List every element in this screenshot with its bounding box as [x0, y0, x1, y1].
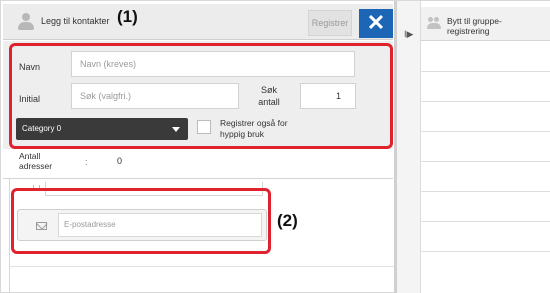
list-divider — [421, 131, 550, 132]
close-button[interactable]: ✕ — [359, 9, 393, 38]
group-icon — [427, 17, 441, 29]
list-divider — [421, 191, 550, 192]
group-panel: I▶ Bytt til gruppe-registrering — [397, 1, 550, 293]
divider — [9, 179, 10, 293]
expand-icon[interactable]: I▶ — [404, 29, 413, 40]
dialog-title: Legg til kontakter — [41, 16, 110, 26]
list-divider — [421, 71, 550, 72]
address-count-label: Antall adresser — [19, 151, 53, 171]
expand-column[interactable]: I▶ — [397, 1, 421, 293]
contact-dialog: Legg til kontakter Registrer ✕ (1) Navn … — [0, 0, 550, 293]
callout-label-2: (2) — [277, 211, 298, 230]
group-register-button[interactable]: Bytt til gruppe-registrering — [421, 7, 550, 41]
divider — [9, 266, 395, 267]
dialog-header: Legg til kontakter Registrer ✕ — [3, 4, 393, 40]
address-count-value: 0 — [117, 156, 123, 166]
user-icon — [17, 13, 35, 31]
address-count-separator: : — [85, 157, 88, 167]
list-divider — [421, 221, 550, 222]
list-divider — [421, 251, 550, 252]
list-divider — [421, 161, 550, 162]
divider — [3, 178, 393, 179]
group-register-label: Bytt til gruppe-registrering — [447, 16, 502, 36]
callout-label-1: (1) — [117, 7, 138, 26]
highlight-box-2 — [11, 188, 271, 254]
highlight-box-1 — [9, 43, 393, 149]
list-divider — [421, 101, 550, 102]
register-button[interactable]: Registrer — [308, 10, 352, 36]
